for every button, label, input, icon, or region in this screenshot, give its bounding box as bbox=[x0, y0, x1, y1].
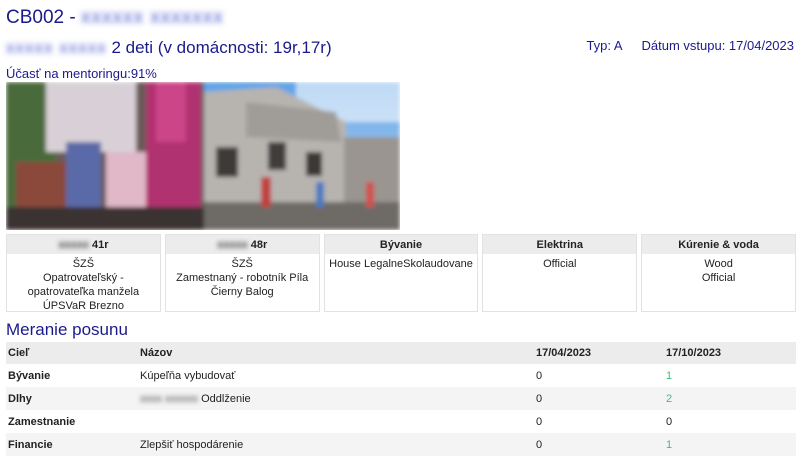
progress-table: Cieľ Názov 17/04/2023 17/10/2023 Bývanie… bbox=[6, 342, 796, 456]
type-label: Typ: A bbox=[586, 38, 622, 53]
page-title: CB002 - xxxxxx xxxxxxx bbox=[6, 7, 224, 29]
household-cards: xxxxx 41r ŠZŠ Opatrovateľský - opatrovat… bbox=[6, 234, 796, 312]
member-education: ŠZŠ bbox=[72, 258, 95, 270]
member-name-redacted: xxxxx bbox=[58, 239, 89, 251]
entry-date: Dátum vstupu: 17/04/2023 bbox=[641, 38, 795, 53]
member-age: 48r bbox=[247, 239, 268, 251]
name-cell: xxxx xxxxxx Oddlženie bbox=[138, 387, 534, 410]
member-occupation: Opatrovateľský - opatrovateľka manžela bbox=[27, 272, 140, 298]
name-text: Oddlženie bbox=[201, 392, 251, 405]
member-age: 41r bbox=[88, 239, 109, 251]
value-cell-2: 1 bbox=[664, 433, 796, 456]
meta-info: Typ: A Dátum vstupu: 17/04/2023 bbox=[570, 38, 794, 53]
electricity-card-body: Official bbox=[543, 258, 577, 270]
value-cell-1: 0 bbox=[534, 433, 664, 456]
col-goal: Cieľ bbox=[6, 342, 138, 364]
electricity-card: Elektrina Official bbox=[482, 234, 638, 312]
value-cell-2: 0 bbox=[666, 415, 673, 428]
electricity-card-title: Elektrina bbox=[483, 235, 637, 254]
name-cell bbox=[138, 410, 534, 433]
member-card-title: xxxxx 48r bbox=[165, 235, 319, 254]
name-cell: Kúpeľňa vybudovať bbox=[140, 369, 236, 382]
name-cell: Zlepšiť hospodárenie bbox=[138, 433, 534, 456]
family-info: xxxxx xxxxx 2 deti (v domácnosti: 19r,17… bbox=[6, 38, 332, 58]
member-institution: ÚPSVaR Brezno bbox=[42, 300, 124, 312]
col-name: Názov bbox=[138, 342, 534, 364]
table-row: Dlhy xxxx xxxxxx Oddlženie 0 2 bbox=[6, 387, 796, 410]
table-header-row: Cieľ Názov 17/04/2023 17/10/2023 bbox=[6, 342, 796, 364]
member-card-1: xxxxx 41r ŠZŠ Opatrovateľský - opatrovat… bbox=[6, 234, 161, 312]
children-info: 2 deti (v domácnosti: 19r,17r) bbox=[111, 38, 332, 57]
col-date-1: 17/04/2023 bbox=[534, 342, 664, 364]
member-card-body: ŠZŠ Zamestnaný - robotník Píla Čierny Ba… bbox=[166, 254, 319, 302]
goal-cell: Zamestnanie bbox=[8, 415, 76, 428]
member-occupation: Zamestnaný - robotník Píla Čierny Balog bbox=[176, 272, 309, 298]
housing-card-body: House LegalneSkolaudovane bbox=[329, 258, 473, 270]
water-value: Official bbox=[701, 272, 736, 284]
mentoring-attendance: Účasť na mentoringu:91% bbox=[6, 66, 157, 81]
col-date-2: 17/10/2023 bbox=[664, 342, 796, 364]
heating-water-card: Kúrenie & voda Wood Official bbox=[641, 234, 796, 312]
housing-card: Bývanie House LegalneSkolaudovane bbox=[323, 234, 479, 312]
value-cell-2: 2 bbox=[664, 387, 796, 410]
name-redacted: xxxx xxxxxx bbox=[140, 392, 199, 405]
goal-cell: Dlhy bbox=[6, 387, 138, 410]
family-name-redacted: xxxxx xxxxx bbox=[6, 38, 107, 57]
table-row: Financie Zlepšiť hospodárenie 0 1 bbox=[6, 433, 796, 456]
value-cell-1: 0 bbox=[536, 369, 543, 382]
table-row: Bývanie Kúpeľňa vybudovať 0 1 bbox=[6, 364, 796, 387]
goal-cell: Financie bbox=[6, 433, 138, 456]
value-cell-2: 1 bbox=[666, 369, 673, 382]
goal-cell: Bývanie bbox=[8, 369, 51, 382]
table-row: Zamestnanie 0 0 bbox=[6, 410, 796, 433]
client-code: CB002 - bbox=[6, 7, 76, 28]
heating-water-card-title: Kúrenie & voda bbox=[642, 235, 795, 254]
section-title: Meranie posunu bbox=[6, 320, 128, 339]
heating-value: Wood bbox=[704, 258, 733, 270]
client-name-redacted: xxxxxx xxxxxxx bbox=[80, 7, 224, 28]
housing-card-title: Bývanie bbox=[324, 235, 478, 254]
member-name-redacted: xxxxx bbox=[217, 239, 248, 251]
value-cell-1: 0 bbox=[534, 387, 664, 410]
member-card-body: ŠZŠ Opatrovateľský - opatrovateľka manže… bbox=[7, 254, 160, 316]
member-card-2: xxxxx 48r ŠZŠ Zamestnaný - robotník Píla… bbox=[164, 234, 320, 312]
member-card-title: xxxxx 41r bbox=[7, 235, 160, 254]
member-education: ŠZŠ bbox=[231, 258, 253, 270]
house-photo bbox=[6, 82, 400, 230]
value-cell-1: 0 bbox=[536, 415, 543, 428]
heating-water-card-body: Wood Official bbox=[642, 254, 795, 288]
